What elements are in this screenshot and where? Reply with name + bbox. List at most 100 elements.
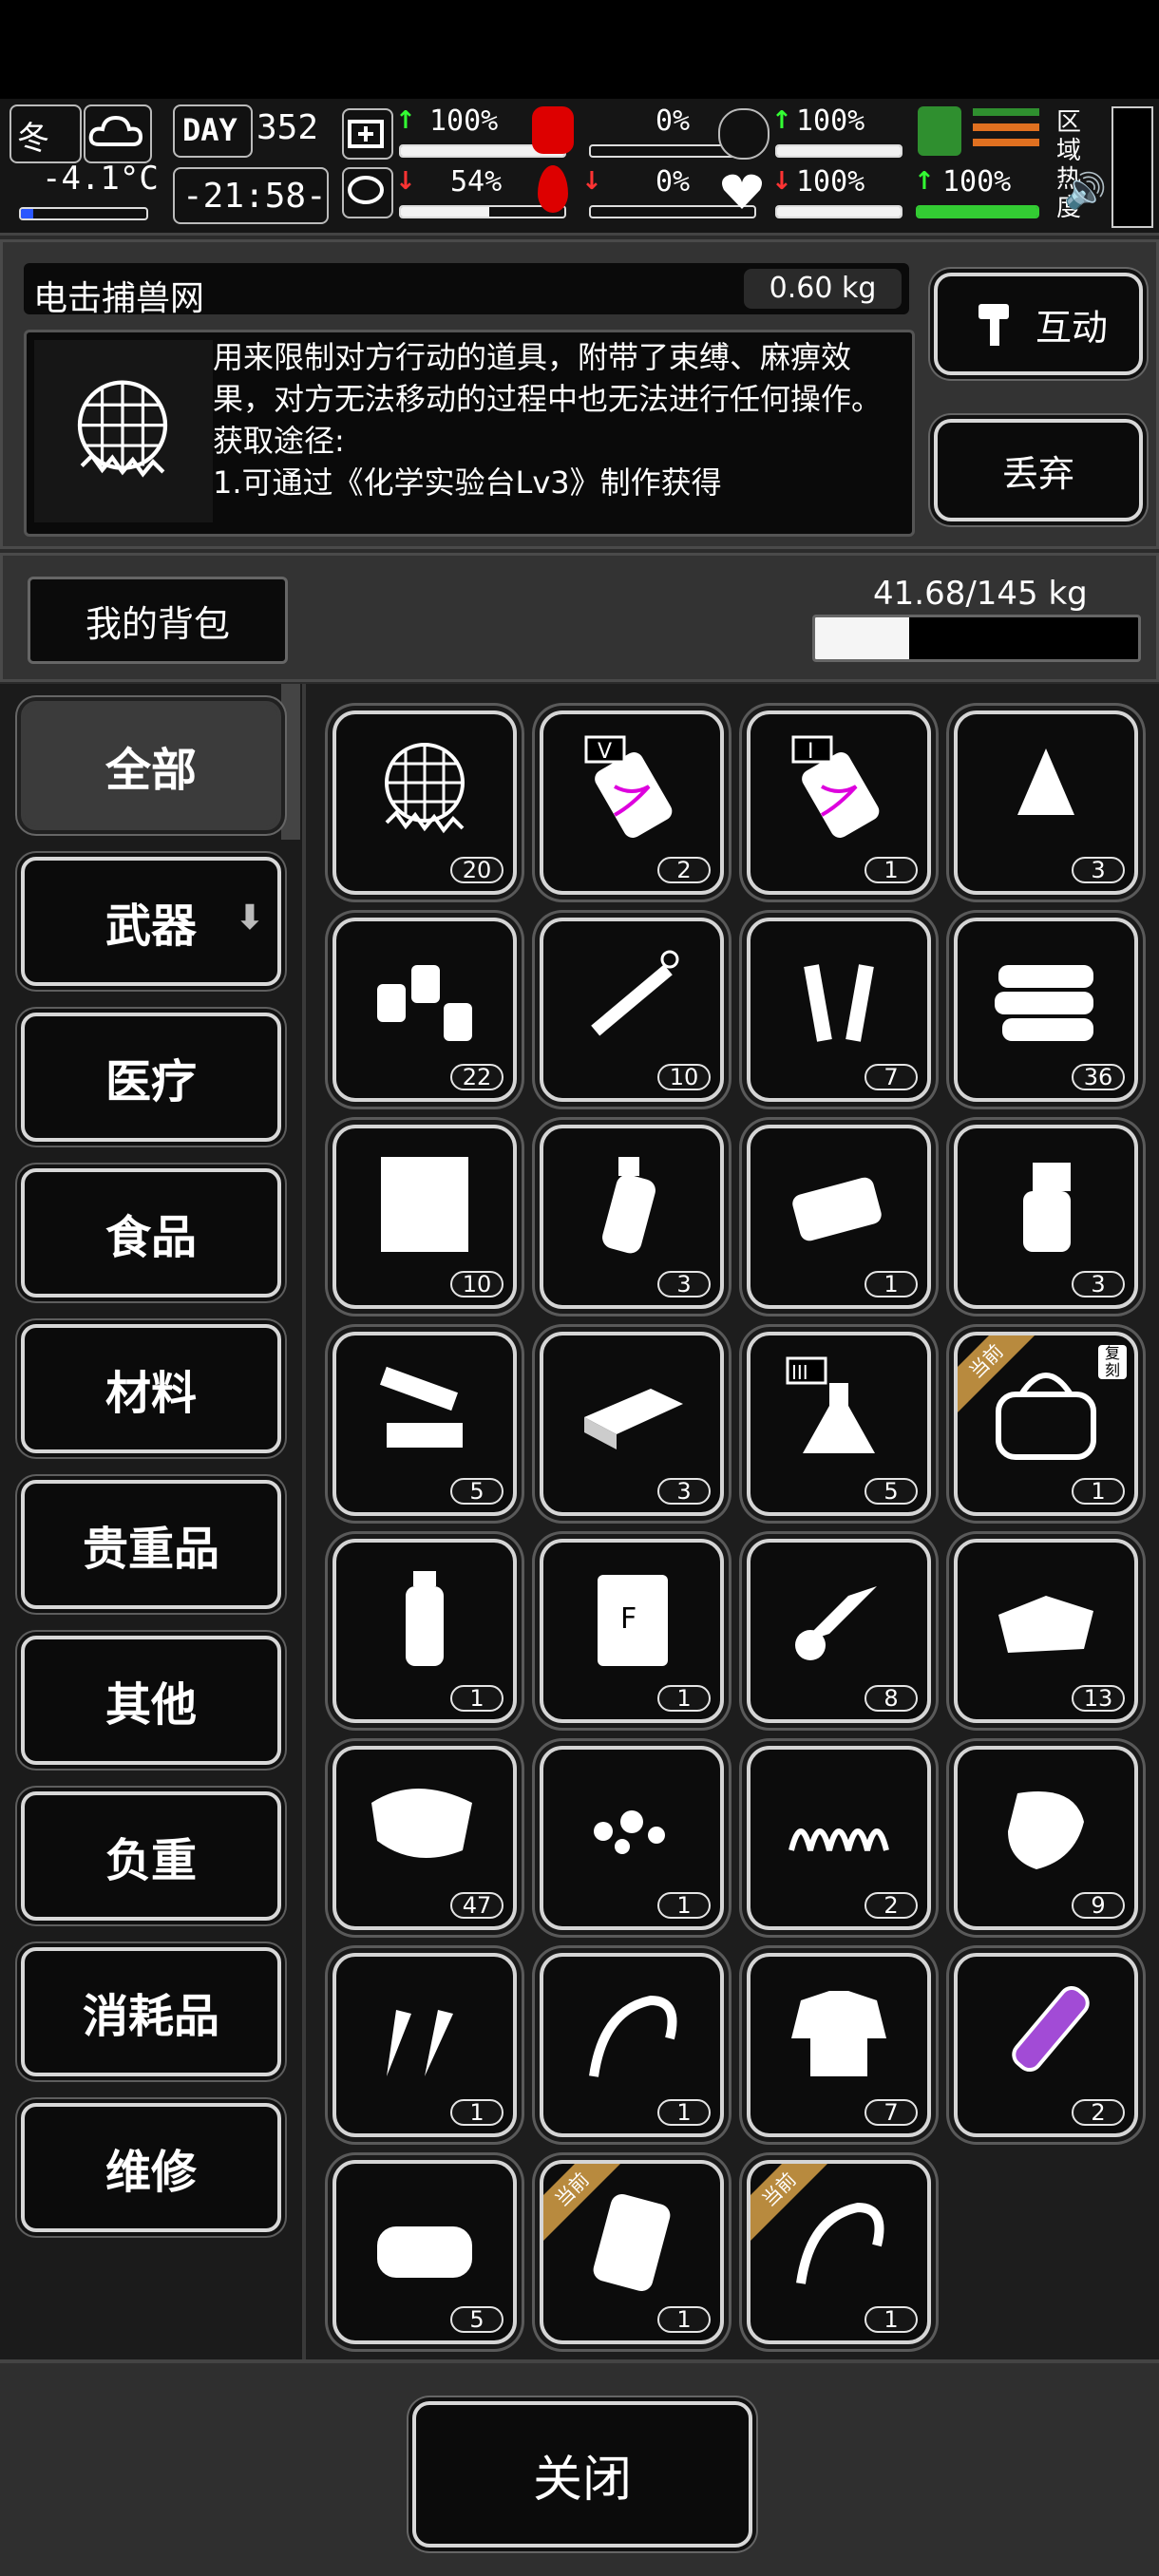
test-tube-icon bbox=[1012, 1985, 1090, 2073]
item-description: 用来限制对方行动的道具，附带了束缚、麻痹效果，对方无法移动的过程中也无法进行任何… bbox=[213, 339, 883, 417]
category-tab-3[interactable]: 食品 bbox=[21, 1168, 281, 1297]
item-name-bar: 电击捕兽网 0.60 kg bbox=[24, 263, 909, 318]
inventory-slot[interactable]: 7 bbox=[747, 1953, 931, 2137]
item-count: 1 bbox=[657, 1685, 711, 1712]
item-count: 2 bbox=[864, 1892, 918, 1919]
inventory-slot[interactable]: 10 bbox=[332, 1125, 517, 1309]
steak-icon bbox=[1008, 1791, 1084, 1869]
category-tab-2[interactable]: 医疗 bbox=[21, 1013, 281, 1142]
inventory-slot[interactable]: 1 bbox=[540, 1953, 724, 2137]
folded-cloth-icon bbox=[377, 2226, 472, 2278]
category-tab-label: 全部 bbox=[104, 744, 197, 797]
boot-icon bbox=[918, 106, 961, 156]
inventory-slot[interactable]: 13 bbox=[954, 1539, 1138, 1723]
inventory-slot[interactable]: 2 bbox=[954, 1953, 1138, 2137]
sidebar-scrollbar[interactable] bbox=[281, 684, 300, 840]
item-count: 47 bbox=[450, 1892, 504, 1919]
category-tab-7[interactable]: 负重 bbox=[21, 1791, 281, 1921]
spring-icon bbox=[788, 1828, 889, 1851]
item-count: 5 bbox=[450, 2306, 504, 2333]
stamina-bar bbox=[775, 144, 902, 158]
category-tab-5[interactable]: 贵重品 bbox=[21, 1480, 281, 1609]
inventory-slot[interactable]: 2 bbox=[747, 1746, 931, 1930]
category-tab-label: 消耗品 bbox=[82, 1990, 219, 2043]
cloth-rag-icon bbox=[1017, 748, 1074, 815]
category-tab-9[interactable]: 维修 bbox=[21, 2103, 281, 2232]
item-count: 1 bbox=[864, 1271, 918, 1297]
category-tab-1[interactable]: 武器 ⬇ bbox=[21, 857, 281, 986]
spray-bottle-icon bbox=[1023, 1163, 1071, 1252]
inventory-slot[interactable]: 1 当前 复刻 bbox=[954, 1332, 1138, 1516]
inventory-slot[interactable]: 36 bbox=[954, 918, 1138, 1102]
inventory-slot[interactable]: 1 当前 bbox=[540, 2160, 724, 2344]
inventory-slot[interactable]: 1 bbox=[540, 1746, 724, 1930]
close-button[interactable]: 关闭 bbox=[412, 2401, 752, 2548]
inventory-slot[interactable]: 1 当前 bbox=[747, 2160, 931, 2344]
category-tab-0[interactable]: 全部 bbox=[21, 701, 281, 830]
inventory-slot[interactable]: 7 bbox=[747, 918, 931, 1102]
inventory-slot[interactable]: 20 bbox=[332, 710, 517, 895]
category-tab-label: 材料 bbox=[104, 1367, 197, 1420]
inventory-slot[interactable]: 1 bbox=[747, 1125, 931, 1309]
dna-injector-i-icon: I bbox=[791, 735, 880, 838]
speaker-icon[interactable]: 🔊 bbox=[1064, 171, 1107, 211]
inventory-slot[interactable]: 9 bbox=[954, 1746, 1138, 1930]
discard-button-label: 丢弃 bbox=[1001, 452, 1074, 495]
inventory-slot[interactable]: 22 bbox=[332, 918, 517, 1102]
inventory-slot[interactable]: V2 bbox=[540, 710, 724, 895]
item-count: 1 bbox=[657, 2099, 711, 2126]
discard-button[interactable]: 丢弃 bbox=[934, 419, 1143, 521]
item-count: 1 bbox=[657, 2306, 711, 2333]
inventory-grid: 20 V 2 I 1 3 22 10 7 36 10 3 1 3 5 3 III 5 1 当前 复刻 1 F 1 8 13 47 1 2… bbox=[302, 684, 1159, 2359]
item-count: 10 bbox=[450, 1271, 504, 1297]
category-tab-8[interactable]: 消耗品 bbox=[21, 1947, 281, 2076]
inventory-slot[interactable]: 8 bbox=[747, 1539, 931, 1723]
stamina-up-arrow-icon: ↑ bbox=[771, 106, 792, 135]
backpack-title: 我的背包 bbox=[28, 577, 288, 664]
item-count: 3 bbox=[657, 1478, 711, 1505]
potion-bottles-icon bbox=[377, 965, 472, 1041]
hunger-value: 0% bbox=[656, 104, 691, 138]
inventory-slot[interactable]: 47 bbox=[332, 1746, 517, 1930]
thirst-down-arrow-icon: ↓ bbox=[581, 167, 602, 196]
hammer-icon bbox=[978, 304, 1009, 346]
flask-iii-icon: III bbox=[786, 1356, 875, 1453]
inventory-slot[interactable]: 1 bbox=[332, 1953, 517, 2137]
inventory-slot[interactable]: 3 bbox=[954, 1125, 1138, 1309]
backpack-weight: 41.68/145 kg bbox=[873, 575, 1088, 613]
interact-button-label: 互动 bbox=[1035, 306, 1108, 349]
inventory-slot[interactable]: 3 bbox=[540, 1332, 724, 1516]
item-name: 电击捕兽网 bbox=[33, 279, 205, 318]
heart-icon bbox=[718, 167, 766, 213]
svg-text:I: I bbox=[808, 740, 814, 764]
inventory-slot[interactable]: 3 bbox=[954, 710, 1138, 895]
inventory-slot[interactable]: 5 bbox=[332, 1332, 517, 1516]
stamina-icon bbox=[718, 108, 770, 160]
water-drop-icon bbox=[538, 165, 568, 213]
interact-button[interactable]: 互动 bbox=[934, 273, 1143, 375]
item-count: 8 bbox=[864, 1685, 918, 1712]
category-sidebar: 全部武器 ⬇ 医疗食品材料贵重品其他负重消耗品维修 bbox=[0, 684, 302, 2359]
item-count: 1 bbox=[864, 2306, 918, 2333]
clock-time: -21:58- bbox=[182, 177, 327, 216]
inventory-slot[interactable]: 3 bbox=[540, 1125, 724, 1309]
item-count: 3 bbox=[657, 1271, 711, 1297]
svg-text:F: F bbox=[620, 1602, 636, 1636]
roll-icon bbox=[795, 1586, 877, 1660]
category-tab-4[interactable]: 材料 bbox=[21, 1324, 281, 1453]
carrot-icon bbox=[387, 2010, 453, 2076]
item-description-box[interactable]: 用来限制对方行动的道具，附带了束缚、麻痹效果，对方无法移动的过程中也无法进行任何… bbox=[24, 330, 915, 537]
backpack-capacity-bar bbox=[812, 615, 1141, 662]
inventory-slot[interactable]: 10 bbox=[540, 918, 724, 1102]
inventory-slot[interactable]: I1 bbox=[747, 710, 931, 895]
heart-bar bbox=[775, 205, 902, 218]
inventory-slot[interactable]: 5 bbox=[332, 2160, 517, 2344]
category-tab-6[interactable]: 其他 bbox=[21, 1636, 281, 1765]
inventory-slot[interactable]: III 5 bbox=[747, 1332, 931, 1516]
inventory-slot[interactable]: 1 bbox=[332, 1539, 517, 1723]
cloud-icon bbox=[84, 104, 152, 163]
day-number: 352 bbox=[256, 108, 319, 147]
inventory-slot[interactable]: F1 bbox=[540, 1539, 724, 1723]
heart-value: 100% bbox=[796, 165, 865, 199]
towel-stack-icon bbox=[995, 965, 1093, 1041]
